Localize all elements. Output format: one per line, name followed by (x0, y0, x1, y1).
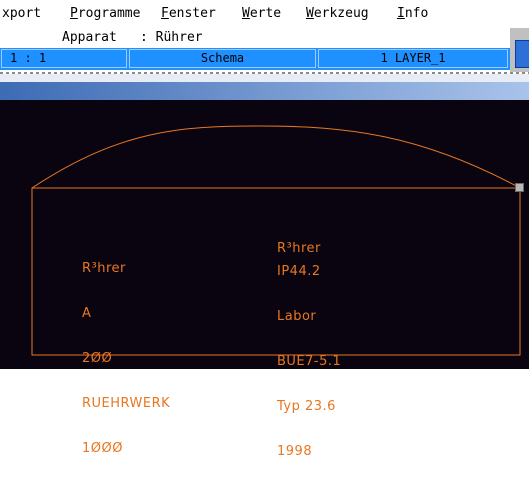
info-value: : Rührer (140, 30, 203, 45)
cad-drawing (31, 125, 521, 356)
scale-field[interactable]: 1 : 1 (1, 49, 127, 68)
menu-info[interactable]: Info (397, 6, 428, 21)
separator-strip (0, 74, 529, 82)
info-label: Apparat (62, 30, 117, 45)
drawing-canvas[interactable]: R³hrer A 2ØØ RUEHRWERK 1ØØØ IP44.2 Labor… (0, 100, 529, 459)
text-line: R³hrer (82, 261, 126, 276)
menu-programme[interactable]: Programme (70, 6, 140, 21)
right-text-block: IP44.2 Labor BUE7-5.1 Typ 23.6 1998 (277, 234, 341, 489)
status-bar: 1 : 1 Schema 1 LAYER_1 (0, 48, 510, 70)
left-text-block: R³hrer A 2ØØ RUEHRWERK 1ØØØ (82, 231, 170, 486)
overlapping-text: R³hrer (277, 241, 321, 256)
menu-bar: xport Programme Fenster Werte Werkzeug I… (0, 0, 529, 28)
menu-fenster[interactable]: Fenster (161, 6, 216, 21)
text-line: BUE7-5.1 (277, 354, 342, 369)
text-line: 1998 (277, 444, 313, 459)
text-line: Typ 23.6 (277, 399, 336, 414)
selection-grip-handle[interactable] (515, 183, 524, 192)
menu-werkzeug[interactable]: Werkzeug (306, 6, 369, 21)
side-toolbar-button[interactable] (510, 28, 529, 72)
text-line: A (82, 306, 92, 321)
menu-werte[interactable]: Werte (242, 6, 281, 21)
menu-export[interactable]: xport (2, 6, 41, 21)
vessel-dome-arc (31, 125, 521, 189)
text-line: RUEHRWERK (82, 396, 171, 411)
text-line: IP44.2 (277, 264, 321, 279)
text-line: 1ØØØ (82, 441, 123, 456)
text-line: Labor (277, 309, 317, 324)
text-line: 2ØØ (82, 351, 113, 366)
side-button-icon (515, 40, 529, 68)
view-field[interactable]: Schema (129, 49, 316, 68)
object-info-bar: Apparat : Rührer (0, 28, 510, 48)
layer-field[interactable]: 1 LAYER_1 (318, 49, 508, 68)
drawing-window-titlebar (0, 82, 529, 100)
